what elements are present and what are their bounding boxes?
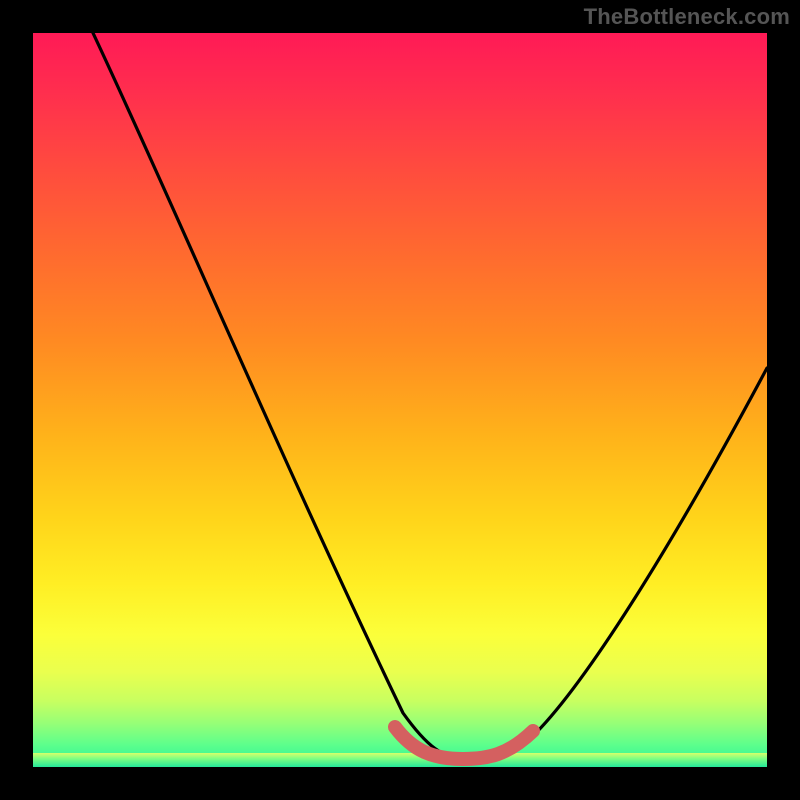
chart-frame: TheBottleneck.com	[0, 0, 800, 800]
watermark-text: TheBottleneck.com	[584, 4, 790, 30]
curve-minimum-highlight	[33, 33, 767, 767]
plot-area	[33, 33, 767, 767]
